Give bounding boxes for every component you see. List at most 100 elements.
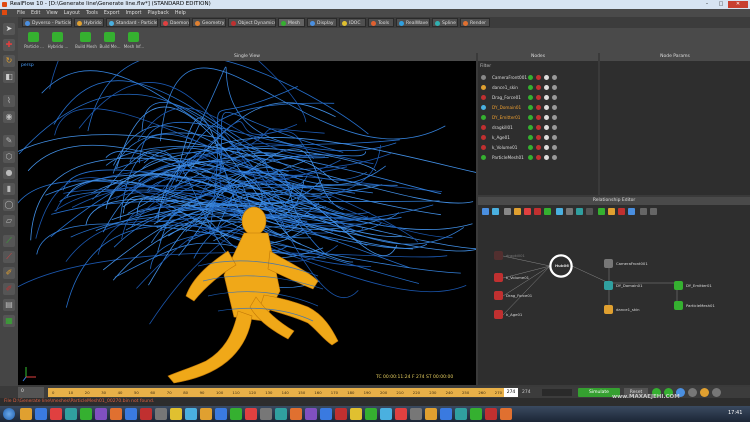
taskbar-clock[interactable]: 17:41 bbox=[728, 410, 742, 416]
rel-kill-icon[interactable] bbox=[534, 208, 541, 215]
display-icon[interactable] bbox=[544, 145, 549, 150]
tab[interactable]: Mesh bbox=[278, 18, 305, 27]
taskbar-app-icon[interactable] bbox=[320, 408, 332, 420]
visibility-icon[interactable] bbox=[528, 155, 533, 160]
tab[interactable]: IDOC bbox=[339, 18, 366, 27]
end-frame-field[interactable]: 274 bbox=[522, 388, 538, 397]
taskbar-app-icon[interactable] bbox=[335, 408, 347, 420]
color-icon[interactable] bbox=[552, 75, 557, 80]
tab[interactable]: RealWave bbox=[396, 18, 430, 27]
taskbar-app-icon[interactable] bbox=[155, 408, 167, 420]
taskbar-app-icon[interactable] bbox=[215, 408, 227, 420]
tab[interactable]: Display bbox=[307, 18, 337, 27]
taskbar-app-icon[interactable] bbox=[485, 408, 497, 420]
visibility-icon[interactable] bbox=[528, 135, 533, 140]
scale-tool-icon[interactable]: ◧ bbox=[3, 71, 15, 83]
close-button[interactable]: ✕ bbox=[728, 1, 748, 8]
taskbar-app-icon[interactable] bbox=[380, 408, 392, 420]
cache-icon[interactable] bbox=[700, 388, 709, 397]
relationship-node[interactable] bbox=[604, 305, 613, 314]
nodes-filter-label[interactable]: Filter bbox=[480, 64, 491, 69]
viewport-canvas[interactable] bbox=[18, 61, 476, 385]
relationship-node[interactable] bbox=[494, 251, 503, 260]
rel-object-icon[interactable] bbox=[608, 208, 615, 215]
menu-item[interactable]: Export bbox=[104, 11, 120, 16]
tab[interactable]: Standard - Particles bbox=[106, 18, 158, 27]
node-row[interactable]: DY_Domain01 bbox=[478, 103, 598, 112]
rel-filter-icon[interactable] bbox=[628, 208, 635, 215]
rel-camera-icon[interactable] bbox=[566, 208, 573, 215]
lock-icon[interactable] bbox=[536, 135, 541, 140]
lock-icon[interactable] bbox=[536, 95, 541, 100]
taskbar-app-icon[interactable] bbox=[500, 408, 512, 420]
display-icon[interactable] bbox=[544, 105, 549, 110]
maximize-button[interactable]: □ bbox=[714, 1, 728, 8]
taskbar-app-icon[interactable] bbox=[290, 408, 302, 420]
visibility-icon[interactable] bbox=[528, 95, 533, 100]
taskbar-app-icon[interactable] bbox=[470, 408, 482, 420]
taskbar-app-icon[interactable] bbox=[35, 408, 47, 420]
lock-icon[interactable] bbox=[536, 115, 541, 120]
tab[interactable]: Tools bbox=[368, 18, 394, 27]
lock-icon[interactable] bbox=[536, 85, 541, 90]
rel-group-icon[interactable] bbox=[514, 208, 521, 215]
rel-add-icon[interactable] bbox=[482, 208, 489, 215]
color-icon[interactable] bbox=[552, 85, 557, 90]
color-icon[interactable] bbox=[552, 155, 557, 160]
display-icon[interactable] bbox=[544, 115, 549, 120]
rel-emitter-icon[interactable] bbox=[544, 208, 551, 215]
link-tool-icon[interactable]: ⌇ bbox=[3, 95, 15, 107]
shelf-button[interactable]: Build Me... bbox=[98, 30, 121, 52]
relationship-graph[interactable] bbox=[478, 221, 750, 381]
node-row[interactable]: DY_Emitter01 bbox=[478, 113, 598, 122]
display-icon[interactable] bbox=[544, 75, 549, 80]
visibility-icon[interactable] bbox=[528, 85, 533, 90]
lock-icon[interactable] bbox=[536, 145, 541, 150]
node-row[interactable]: ParticleMesh01 bbox=[478, 153, 598, 162]
tab[interactable]: Geometry bbox=[192, 18, 226, 27]
menu-item[interactable]: Help bbox=[175, 11, 186, 16]
shelf-button[interactable]: Hybrido ... bbox=[46, 30, 68, 52]
relationship-node[interactable] bbox=[674, 301, 683, 310]
node-row[interactable]: Drag_Force01 bbox=[478, 93, 598, 102]
taskbar-app-icon[interactable] bbox=[65, 408, 77, 420]
shelf-button[interactable]: Build Mesh bbox=[74, 30, 97, 52]
rel-grid-icon[interactable] bbox=[650, 208, 657, 215]
node-row[interactable]: dance1_skin bbox=[478, 83, 598, 92]
lock-icon[interactable] bbox=[536, 105, 541, 110]
tab[interactable]: Render bbox=[460, 18, 490, 27]
emitter-tool-icon[interactable]: ⟋ bbox=[3, 235, 15, 247]
rel-zoom-icon[interactable] bbox=[586, 208, 593, 215]
node-row[interactable]: k_Age01 bbox=[478, 133, 598, 142]
node-row[interactable]: dragkill01 bbox=[478, 123, 598, 132]
display-icon[interactable] bbox=[544, 95, 549, 100]
relationship-node[interactable] bbox=[494, 310, 503, 319]
relationship-node[interactable] bbox=[494, 291, 503, 300]
visibility-icon[interactable] bbox=[528, 75, 533, 80]
tab[interactable]: Hybrido bbox=[74, 18, 104, 27]
color-icon[interactable] bbox=[552, 95, 557, 100]
menu-item[interactable]: Edit bbox=[31, 11, 40, 16]
shelf-button[interactable]: Particle ... bbox=[22, 30, 44, 52]
rel-scene-icon[interactable] bbox=[598, 208, 605, 215]
taskbar-app-icon[interactable] bbox=[395, 408, 407, 420]
taskbar-app-icon[interactable] bbox=[20, 408, 32, 420]
relationship-editor-panel[interactable]: Relationship Editor Hub06 dragkill01 k_Vo… bbox=[478, 197, 750, 385]
tab[interactable]: Spline bbox=[432, 18, 458, 27]
visibility-icon[interactable] bbox=[528, 115, 533, 120]
node-row[interactable]: k_Volume01 bbox=[478, 143, 598, 152]
rel-link-icon[interactable] bbox=[492, 208, 499, 215]
timeline[interactable]: 0 0 10 20 30 40 50 60 70 80 90 100 110 120 130 140 150 1… bbox=[18, 387, 576, 398]
plane-tool-icon[interactable]: ▱ bbox=[3, 215, 15, 227]
move-tool-icon[interactable]: ✚ bbox=[3, 39, 15, 51]
start-button-icon[interactable] bbox=[3, 408, 15, 420]
timeline-spin-box[interactable] bbox=[542, 389, 572, 396]
tab[interactable]: Daemons bbox=[160, 18, 190, 27]
menu-item[interactable]: Import bbox=[126, 11, 142, 16]
menu-item[interactable]: Playback bbox=[147, 11, 168, 16]
tab[interactable]: Object Dynamics bbox=[228, 18, 276, 27]
display-icon[interactable] bbox=[544, 85, 549, 90]
color-icon[interactable] bbox=[552, 115, 557, 120]
taskbar-app-icon[interactable] bbox=[410, 408, 422, 420]
taskbar-app-icon[interactable] bbox=[350, 408, 362, 420]
